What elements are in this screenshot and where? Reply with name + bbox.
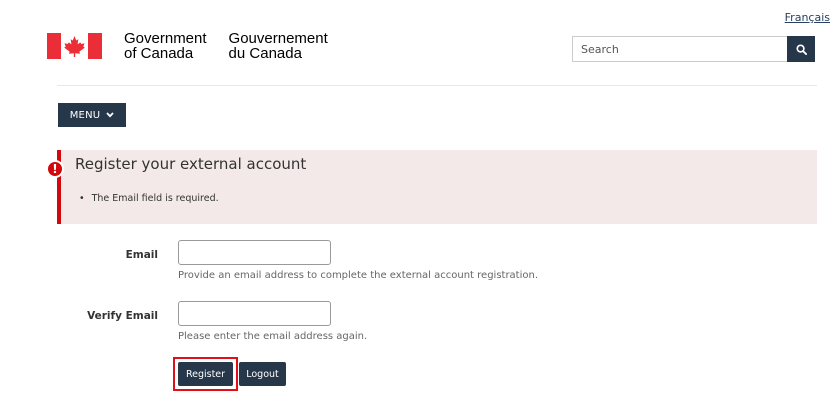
search-input[interactable]: [572, 36, 787, 62]
email-label: Email: [125, 249, 158, 261]
chevron-down-icon: [106, 112, 114, 118]
brand-english: Government of Canada: [124, 31, 207, 61]
site-search: [572, 36, 815, 62]
register-button[interactable]: Register: [178, 362, 233, 386]
brand-en-line1: Government: [124, 30, 207, 47]
search-button[interactable]: [787, 36, 815, 62]
brand-french: Gouvernement du Canada: [229, 31, 328, 61]
verify-email-field[interactable]: [178, 301, 331, 326]
menu-button[interactable]: MENU: [58, 103, 126, 127]
language-toggle-link[interactable]: Français: [785, 11, 830, 24]
email-help-text: Provide an email address to complete the…: [178, 270, 539, 281]
exclamation-icon: !: [46, 160, 64, 178]
canada-flag-icon: [47, 33, 102, 59]
brand-fr-line2: du Canada: [228, 45, 302, 62]
header-divider: [57, 85, 817, 86]
search-icon: [795, 43, 807, 55]
brand-en-line2: of Canada: [124, 45, 194, 62]
alert-title: Register your external account: [75, 155, 307, 173]
government-of-canada-signature[interactable]: Government of Canada Gouvernement du Can…: [47, 31, 328, 61]
email-field[interactable]: [178, 240, 331, 265]
verify-email-help-text: Please enter the email address again.: [178, 331, 368, 342]
menu-label: MENU: [69, 109, 101, 121]
error-alert: Register your external account The Email…: [57, 150, 817, 224]
verify-email-label: Verify Email: [87, 310, 158, 322]
logout-button[interactable]: Logout: [239, 362, 286, 386]
brand-fr-line1: Gouvernement: [228, 30, 328, 47]
error-list: The Email field is required.: [79, 193, 219, 204]
error-message[interactable]: The Email field is required.: [79, 193, 219, 204]
